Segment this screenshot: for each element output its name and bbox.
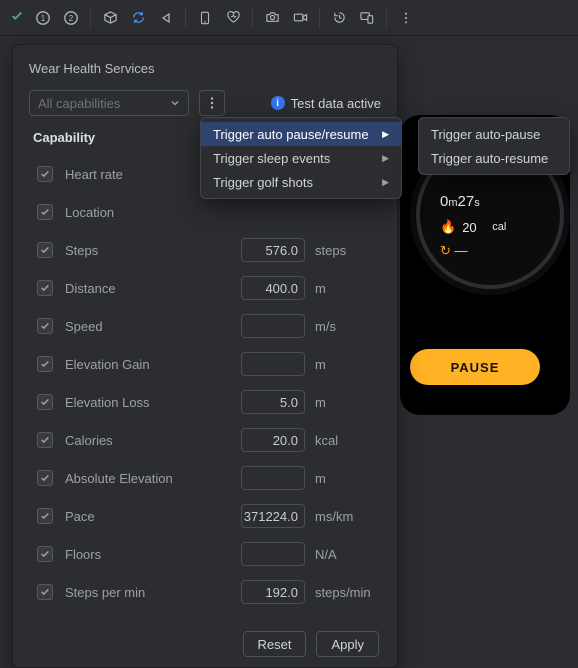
capability-row: Pace371224.0 ms/km xyxy=(29,497,381,535)
capability-value-input[interactable]: 192.0 xyxy=(241,580,305,604)
watch-calories: 🔥 20 cal xyxy=(440,219,506,235)
submenu-arrow-icon: ▶ xyxy=(382,129,389,140)
package-icon[interactable] xyxy=(97,5,123,31)
chevron-down-icon xyxy=(170,96,180,111)
capability-checkbox[interactable] xyxy=(37,356,53,372)
submenu-auto-resume[interactable]: Trigger auto-resume xyxy=(419,146,569,170)
capability-row: Steps per min192.0 steps/min xyxy=(29,573,381,611)
menu-golf-shots[interactable]: Trigger golf shots▶ xyxy=(201,170,401,194)
capability-value-input[interactable] xyxy=(241,542,305,566)
capability-row: Elevation Gain m xyxy=(29,345,381,383)
capability-value-input[interactable] xyxy=(241,314,305,338)
capability-value-input[interactable]: 371224.0 xyxy=(241,504,305,528)
capability-unit: m xyxy=(315,395,381,410)
info-icon: i xyxy=(271,96,285,110)
flame-icon: 🔥 xyxy=(440,219,456,235)
capability-unit: steps/min xyxy=(315,585,381,600)
capability-unit: N/A xyxy=(315,547,381,562)
reset-button[interactable]: Reset xyxy=(243,631,307,657)
submenu-auto-pause[interactable]: Trigger auto-pause xyxy=(419,122,569,146)
capability-row: Steps576.0 steps xyxy=(29,231,381,269)
capability-checkbox[interactable] xyxy=(37,470,53,486)
capability-checkbox[interactable] xyxy=(37,280,53,296)
capability-unit: steps xyxy=(315,243,381,258)
capability-value-input[interactable]: 5.0 xyxy=(241,390,305,414)
circle-1-icon[interactable]: 1 xyxy=(30,5,56,31)
menu-auto-pause-resume[interactable]: Trigger auto pause/resume▶ xyxy=(201,122,401,146)
capability-name: Absolute Elevation xyxy=(65,471,241,486)
capability-checkbox[interactable] xyxy=(37,394,53,410)
capability-value-input[interactable]: 400.0 xyxy=(241,276,305,300)
watch-refresh: ↻ — xyxy=(440,243,468,259)
capability-name: Steps xyxy=(65,243,241,258)
capability-value-input[interactable] xyxy=(241,466,305,490)
capability-checkbox[interactable] xyxy=(37,546,53,562)
panel-more-button[interactable] xyxy=(199,90,225,116)
capability-name: Elevation Gain xyxy=(65,357,241,372)
watch-duration: 0m27s xyxy=(440,193,480,210)
svg-text:1: 1 xyxy=(41,14,46,23)
history-icon[interactable] xyxy=(326,5,352,31)
svg-text:2: 2 xyxy=(69,14,74,23)
capability-unit: ms/km xyxy=(315,509,381,524)
capability-name: Floors xyxy=(65,547,241,562)
capability-row: Distance400.0 m xyxy=(29,269,381,307)
capability-checkbox[interactable] xyxy=(37,242,53,258)
capability-unit: m xyxy=(315,357,381,372)
capability-checkbox[interactable] xyxy=(37,166,53,182)
capability-value-input[interactable]: 20.0 xyxy=(241,428,305,452)
panel-title: Wear Health Services xyxy=(29,61,381,76)
capability-checkbox[interactable] xyxy=(37,584,53,600)
test-data-status: i Test data active xyxy=(271,96,381,111)
main-toolbar: 1 2 xyxy=(0,0,578,36)
capability-row: Calories20.0 kcal xyxy=(29,421,381,459)
capability-row: Floors N/A xyxy=(29,535,381,573)
capability-checkbox[interactable] xyxy=(37,318,53,334)
capability-value-input[interactable]: 576.0 xyxy=(241,238,305,262)
refresh-icon[interactable] xyxy=(125,5,151,31)
circle-2-icon[interactable]: 2 xyxy=(58,5,84,31)
capability-unit: m/s xyxy=(315,319,381,334)
check-icon xyxy=(6,9,28,26)
capability-unit: m xyxy=(315,471,381,486)
capability-row: Speed m/s xyxy=(29,307,381,345)
capability-name: Pace xyxy=(65,509,241,524)
capability-name: Calories xyxy=(65,433,241,448)
more-icon[interactable] xyxy=(393,5,419,31)
health-icon[interactable] xyxy=(220,5,246,31)
capability-row: Elevation Loss5.0 m xyxy=(29,383,381,421)
menu-sleep-events[interactable]: Trigger sleep events▶ xyxy=(201,146,401,170)
submenu-arrow-icon: ▶ xyxy=(382,177,389,188)
capability-name: Speed xyxy=(65,319,241,334)
camera-icon[interactable] xyxy=(259,5,285,31)
play-left-icon[interactable] xyxy=(153,5,179,31)
capability-checkbox[interactable] xyxy=(37,432,53,448)
submenu-arrow-icon: ▶ xyxy=(382,153,389,164)
watch-pause-button[interactable]: PAUSE xyxy=(410,349,540,385)
capability-name: Location xyxy=(65,205,381,220)
capability-row: Absolute Elevation m xyxy=(29,459,381,497)
phone-icon[interactable] xyxy=(192,5,218,31)
capability-checkbox[interactable] xyxy=(37,204,53,220)
capabilities-dropdown[interactable]: All capabilities xyxy=(29,90,189,116)
capability-unit: kcal xyxy=(315,433,381,448)
capability-checkbox[interactable] xyxy=(37,508,53,524)
trigger-menu: Trigger auto pause/resume▶ Trigger sleep… xyxy=(200,117,402,199)
video-icon[interactable] xyxy=(287,5,313,31)
capability-value-input[interactable] xyxy=(241,352,305,376)
capability-unit: m xyxy=(315,281,381,296)
devices-icon[interactable] xyxy=(354,5,380,31)
trigger-submenu: Trigger auto-pause Trigger auto-resume xyxy=(418,117,570,175)
capability-name: Elevation Loss xyxy=(65,395,241,410)
apply-button[interactable]: Apply xyxy=(316,631,379,657)
capability-name: Steps per min xyxy=(65,585,241,600)
capability-name: Distance xyxy=(65,281,241,296)
